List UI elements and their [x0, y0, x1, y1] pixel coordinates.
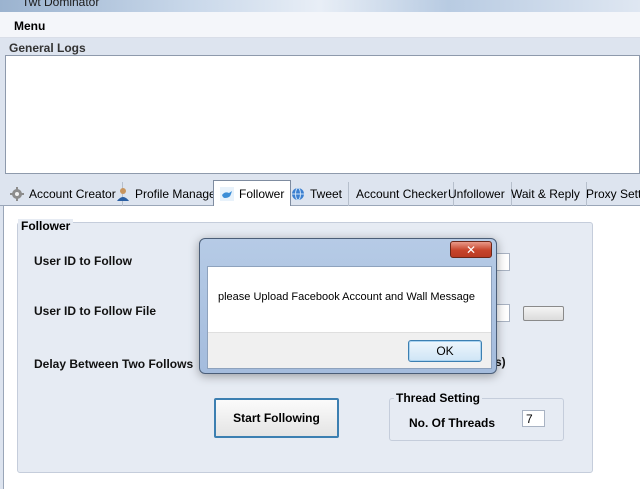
tab-account-creator[interactable]: Account Creator: [4, 182, 123, 206]
threads-label: No. Of Threads: [409, 416, 496, 430]
user-id-file-label: User ID to Follow File: [34, 304, 157, 318]
tab-profile-manager[interactable]: Profile Manager: [110, 182, 227, 206]
tab-tweet[interactable]: Tweet: [285, 182, 350, 206]
tab-follower[interactable]: Follower: [213, 180, 292, 207]
dialog-close-button[interactable]: ✕: [450, 241, 492, 258]
start-following-button[interactable]: Start Following: [214, 398, 339, 438]
tab-label: Proxy Setting: [586, 187, 640, 201]
gear-icon: [10, 187, 24, 201]
dialog-footer: OK: [208, 332, 491, 368]
twitter-bird-icon: [220, 187, 234, 201]
tab-label: Account Checker: [356, 187, 448, 201]
message-dialog: ✕ please Upload Facebook Account and Wal…: [199, 238, 497, 374]
general-logs-label: General Logs: [9, 41, 86, 55]
tab-wait-and-reply[interactable]: Wait & Reply: [505, 182, 587, 206]
window-title: Twt Dominator: [22, 0, 100, 9]
tab-label: Tweet: [310, 187, 343, 201]
menu-bar: Menu: [0, 12, 640, 38]
tab-label: Wait & Reply: [511, 187, 580, 201]
browse-file-button[interactable]: [523, 306, 564, 321]
close-icon: ✕: [465, 242, 477, 257]
tab-strip: Account Creator Profile Manager Follower…: [0, 180, 640, 207]
title-bar: Twt Dominator: [0, 0, 640, 12]
menu-item-menu[interactable]: Menu: [14, 19, 45, 33]
thread-setting-title: Thread Setting: [394, 391, 483, 405]
tab-proxy-setting[interactable]: Proxy Setting: [580, 182, 640, 206]
user-icon: [117, 188, 129, 201]
dialog-ok-button[interactable]: OK: [408, 340, 482, 362]
follower-group-title: Follower: [18, 219, 74, 233]
tab-label: Unfollower: [448, 187, 505, 201]
globe-icon: [292, 187, 304, 201]
dialog-message: please Upload Facebook Account and Wall …: [218, 291, 476, 303]
dialog-body: please Upload Facebook Account and Wall …: [207, 266, 492, 369]
delay-label: Delay Between Two Follows: [34, 357, 194, 371]
threads-input[interactable]: 7: [522, 410, 545, 427]
user-id-label: User ID to Follow: [34, 254, 133, 268]
tab-unfollower[interactable]: Unfollower: [442, 182, 512, 206]
tab-label: Follower: [239, 187, 285, 201]
tab-account-checker[interactable]: Account Checker: [350, 182, 455, 206]
tab-label: Account Creator: [29, 187, 116, 201]
tab-label: Profile Manager: [135, 187, 220, 201]
general-logs-textarea[interactable]: [5, 55, 640, 174]
